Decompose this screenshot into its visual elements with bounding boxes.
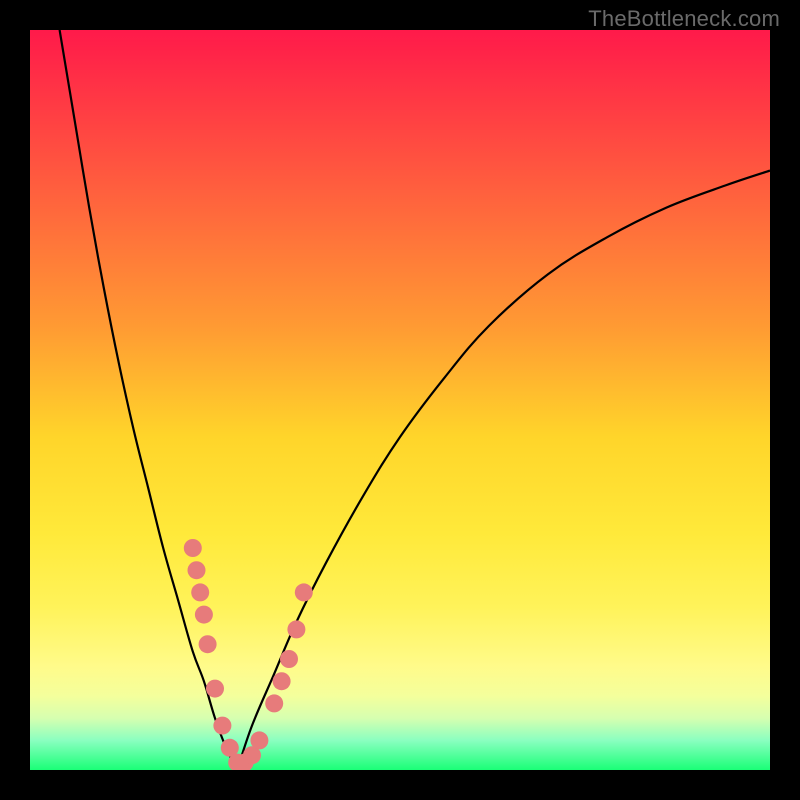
marker-dot xyxy=(295,583,313,601)
marker-dot xyxy=(199,635,217,653)
chart-svg xyxy=(30,30,770,770)
watermark-text: TheBottleneck.com xyxy=(588,6,780,32)
marker-dot xyxy=(188,561,206,579)
left-curve xyxy=(60,30,238,770)
chart-frame: TheBottleneck.com xyxy=(0,0,800,800)
marker-dot xyxy=(265,694,283,712)
marker-dot xyxy=(287,620,305,638)
marker-dot xyxy=(250,731,268,749)
right-curve xyxy=(237,171,770,770)
marker-dot xyxy=(273,672,291,690)
marker-dot xyxy=(191,583,209,601)
marker-dot xyxy=(184,539,202,557)
marker-dot xyxy=(280,650,298,668)
marker-dot xyxy=(213,717,231,735)
plot-area xyxy=(30,30,770,770)
marker-dot xyxy=(206,680,224,698)
marker-dot xyxy=(195,606,213,624)
